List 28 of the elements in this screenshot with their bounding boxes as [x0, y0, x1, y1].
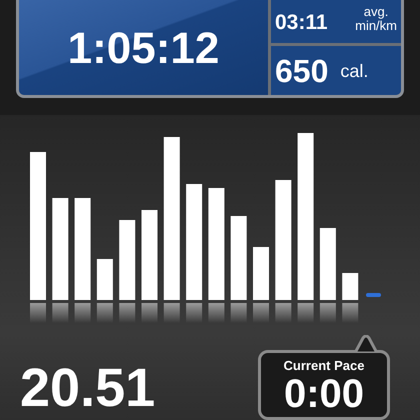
- bar-reflection: [119, 302, 136, 323]
- bar-reflection: [275, 302, 292, 323]
- bar-reflection: [342, 302, 358, 323]
- graph-bar: [96, 258, 113, 300]
- current-pace-label: Current Pace: [284, 359, 364, 372]
- bar-reflection: [298, 302, 314, 323]
- bar-reflection: [253, 302, 269, 323]
- duration-value: 1:05:12: [68, 27, 220, 71]
- graph-bar: [342, 272, 358, 300]
- bar-reflection: [52, 302, 68, 323]
- bar-reflection: [186, 302, 202, 323]
- pace-unit: min/km: [355, 19, 397, 33]
- bar-reflection: [230, 302, 247, 323]
- bar-reflection: [30, 302, 46, 323]
- bar-reflection: [74, 302, 91, 323]
- calories-value: 650: [275, 54, 328, 86]
- pace-value: 03:11: [275, 12, 328, 33]
- bar-reflection: [164, 302, 180, 323]
- bar-reflection: [208, 302, 224, 323]
- current-pace-value: 0:00: [284, 374, 364, 414]
- bar-reflection: [320, 302, 336, 323]
- bar-reflection: [96, 302, 113, 323]
- distance-value: 20.51: [20, 361, 156, 420]
- pace-label: avg.: [364, 5, 388, 19]
- current-marker: [366, 292, 381, 297]
- graph-bar: [253, 246, 269, 300]
- calories-unit: cal.: [340, 62, 368, 80]
- bar-reflection: [142, 302, 158, 323]
